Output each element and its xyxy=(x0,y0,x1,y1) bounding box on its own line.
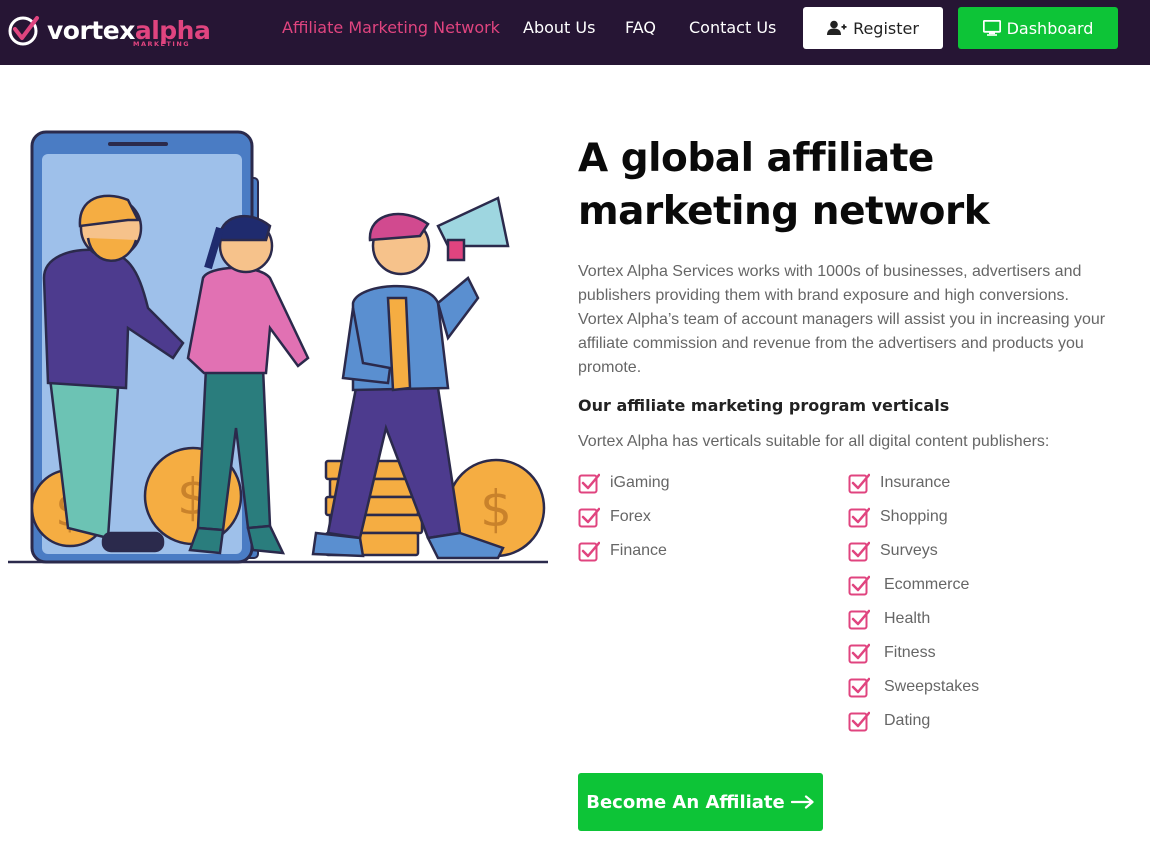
nav-contact-us[interactable]: Contact Us xyxy=(689,18,776,37)
checkbox-icon xyxy=(578,507,600,528)
vertical-item-dating: Dating xyxy=(848,709,930,733)
title-line-1: A global affiliate xyxy=(578,136,934,181)
logo-tagline: MARKETING xyxy=(133,40,191,48)
vertical-label: Health xyxy=(884,610,931,627)
user-plus-icon xyxy=(827,20,847,35)
vertical-item-insurance: Insurance xyxy=(848,471,950,495)
verticals-subtext: Vortex Alpha has verticals suitable for … xyxy=(578,433,1050,450)
checkbox-icon xyxy=(848,541,870,562)
brand-logo[interactable]: vortexalpha MARKETING xyxy=(7,12,211,52)
vertical-item-shopping: Shopping xyxy=(848,505,948,529)
vertical-label: iGaming xyxy=(610,474,670,491)
vertical-label: Surveys xyxy=(880,542,938,559)
arrow-right-icon xyxy=(790,795,814,809)
become-affiliate-button[interactable]: Become An Affiliate xyxy=(578,773,823,831)
vertical-label: Forex xyxy=(610,508,651,525)
register-button[interactable]: Register xyxy=(803,7,943,49)
vertical-label: Insurance xyxy=(880,474,951,491)
checkbox-icon xyxy=(578,541,600,562)
vertical-label: Shopping xyxy=(880,508,948,525)
svg-text:$: $ xyxy=(480,480,512,538)
checkbox-icon xyxy=(578,473,600,494)
vertical-item-finance: Finance xyxy=(578,539,667,563)
vertical-item-ecommerce: Ecommerce xyxy=(848,573,969,597)
vertical-label: Finance xyxy=(610,542,667,559)
checkbox-icon xyxy=(848,575,870,596)
cta-label: Become An Affiliate xyxy=(586,791,785,813)
checkbox-icon xyxy=(848,473,870,494)
vertical-item-sweepstakes: Sweepstakes xyxy=(848,675,979,699)
vertical-item-fitness: Fitness xyxy=(848,641,936,665)
register-label: Register xyxy=(853,18,919,38)
logo-check-icon xyxy=(8,16,39,46)
site-header: vortexalpha MARKETING Affiliate Marketin… xyxy=(0,0,1150,65)
nav-affiliate-marketing-network[interactable]: Affiliate Marketing Network xyxy=(282,18,500,37)
checkbox-icon xyxy=(848,609,870,630)
vertical-item-health: Health xyxy=(848,607,930,631)
vertical-item-forex: Forex xyxy=(578,505,651,529)
intro-paragraph: Vortex Alpha Services works with 1000s o… xyxy=(578,263,1106,376)
vertical-item-surveys: Surveys xyxy=(848,539,938,563)
dashboard-label: Dashboard xyxy=(1006,18,1094,38)
dashboard-button[interactable]: Dashboard xyxy=(958,7,1118,49)
checkbox-icon xyxy=(848,711,870,732)
vertical-label: Ecommerce xyxy=(884,576,970,593)
vertical-item-igaming: iGaming xyxy=(578,471,670,495)
checkbox-icon xyxy=(848,643,870,664)
vertical-label: Sweepstakes xyxy=(884,678,980,695)
vertical-label: Dating xyxy=(884,712,931,729)
checkbox-icon xyxy=(848,507,870,528)
vertical-label: Fitness xyxy=(884,644,936,661)
title-line-2: marketing network xyxy=(578,189,990,234)
nav-faq[interactable]: FAQ xyxy=(625,18,656,37)
verticals-heading: Our affiliate marketing program vertical… xyxy=(578,396,950,415)
checkbox-icon xyxy=(848,677,870,698)
hero-illustration: $ $ $ xyxy=(8,130,548,564)
page-title: A global affiliate marketing network xyxy=(578,132,1098,238)
nav-about-us[interactable]: About Us xyxy=(523,18,595,37)
desktop-icon xyxy=(982,20,1001,36)
